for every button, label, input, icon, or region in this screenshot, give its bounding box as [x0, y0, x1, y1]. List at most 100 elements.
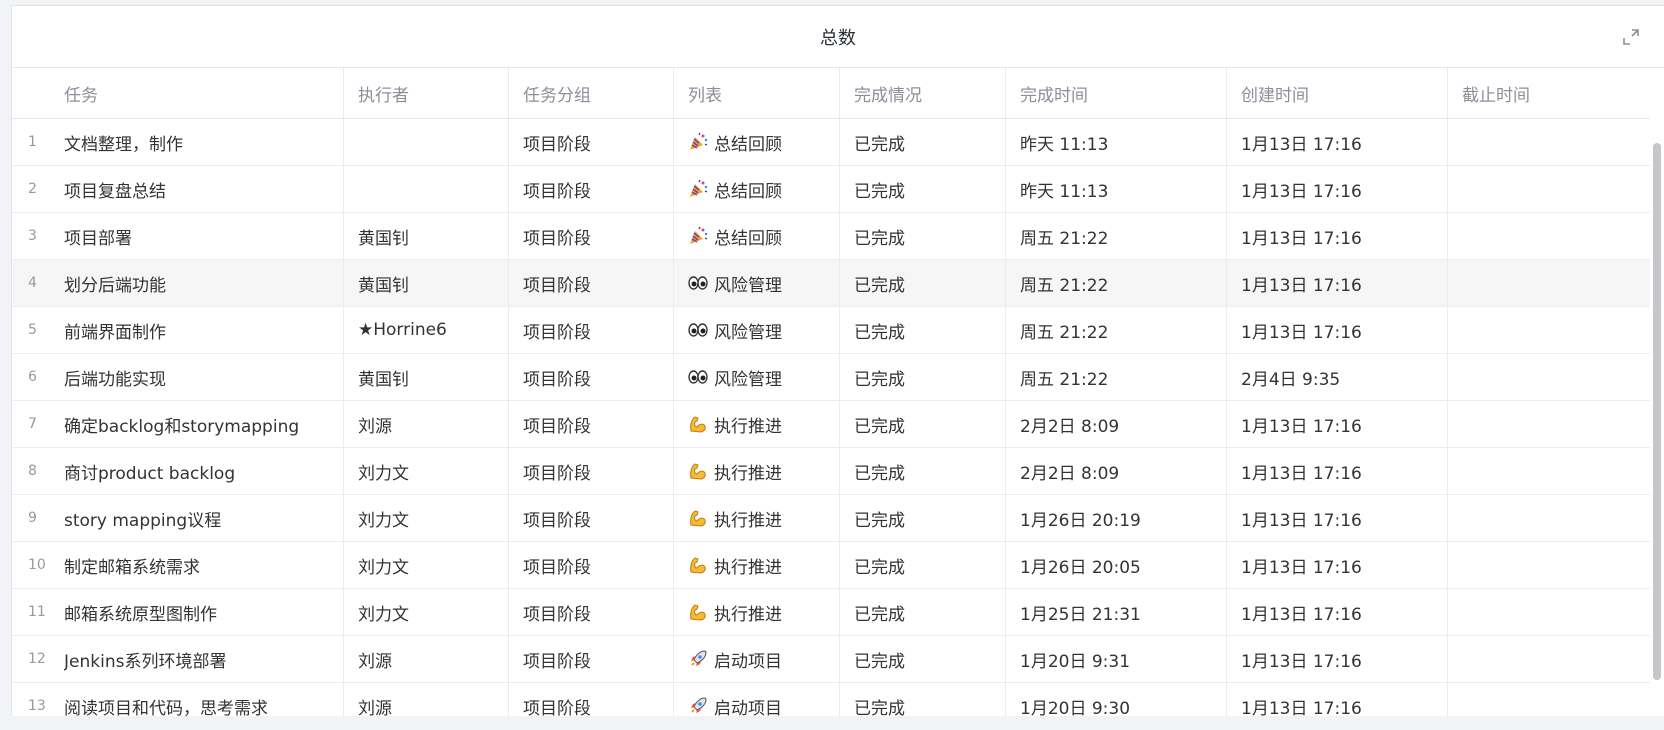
cell-assignee[interactable]: ★Horrine6	[344, 307, 509, 353]
cell-due-time[interactable]	[1448, 260, 1664, 306]
cell-assignee[interactable]: 刘源	[344, 683, 509, 716]
cell-created-time[interactable]: 1月13日 17:16	[1227, 636, 1448, 682]
cell-due-time[interactable]	[1448, 542, 1664, 588]
cell-created-time[interactable]: 1月13日 17:16	[1227, 213, 1448, 259]
cell-group[interactable]: 项目阶段	[509, 448, 674, 494]
header-list[interactable]: 列表	[674, 68, 840, 118]
cell-task[interactable]: 项目复盘总结	[64, 166, 344, 212]
cell-due-time[interactable]	[1448, 119, 1664, 165]
cell-task[interactable]: 划分后端功能	[64, 260, 344, 306]
cell-due-time[interactable]	[1448, 495, 1664, 541]
cell-done-time[interactable]: 昨天 11:13	[1006, 166, 1227, 212]
table-row[interactable]: 12 Jenkins系列环境部署 刘源 项目阶段 启动项目 已完成 1月20日 9:31 1月…	[12, 636, 1664, 683]
cell-list[interactable]: 执行推进	[674, 448, 840, 494]
cell-task[interactable]: 商讨product backlog	[64, 448, 344, 494]
cell-task[interactable]: Jenkins系列环境部署	[64, 636, 344, 682]
cell-assignee[interactable]: 刘源	[344, 636, 509, 682]
cell-done-time[interactable]: 昨天 11:13	[1006, 119, 1227, 165]
header-due-time[interactable]: 截止时间	[1448, 68, 1664, 118]
scrollbar-thumb[interactable]	[1653, 143, 1661, 680]
cell-due-time[interactable]	[1448, 166, 1664, 212]
header-group[interactable]: 任务分组	[509, 68, 674, 118]
cell-list[interactable]: 执行推进	[674, 542, 840, 588]
expand-icon[interactable]	[1620, 26, 1642, 48]
cell-due-time[interactable]	[1448, 401, 1664, 447]
cell-assignee[interactable]: 刘力文	[344, 448, 509, 494]
cell-done-time[interactable]: 1月26日 20:19	[1006, 495, 1227, 541]
cell-status[interactable]: 已完成	[840, 448, 1006, 494]
cell-due-time[interactable]	[1448, 354, 1664, 400]
cell-list[interactable]: 启动项目	[674, 683, 840, 716]
cell-created-time[interactable]: 1月13日 17:16	[1227, 119, 1448, 165]
table-row[interactable]: 9 story mapping议程 刘力文 项目阶段 执行推进 已完成 1月26日 20:1…	[12, 495, 1664, 542]
cell-task[interactable]: 后端功能实现	[64, 354, 344, 400]
cell-list[interactable]: 风险管理	[674, 260, 840, 306]
cell-created-time[interactable]: 1月13日 17:16	[1227, 260, 1448, 306]
cell-done-time[interactable]: 1月20日 9:30	[1006, 683, 1227, 716]
table-row[interactable]: 8 商讨product backlog 刘力文 项目阶段 执行推进 已完成 2月2日 8:0…	[12, 448, 1664, 495]
cell-created-time[interactable]: 1月13日 17:16	[1227, 495, 1448, 541]
cell-group[interactable]: 项目阶段	[509, 166, 674, 212]
cell-status[interactable]: 已完成	[840, 354, 1006, 400]
cell-assignee[interactable]: 刘力文	[344, 542, 509, 588]
cell-due-time[interactable]	[1448, 448, 1664, 494]
cell-status[interactable]: 已完成	[840, 307, 1006, 353]
cell-list[interactable]: 风险管理	[674, 307, 840, 353]
header-task[interactable]: 任务	[64, 68, 344, 118]
cell-assignee[interactable]: 刘源	[344, 401, 509, 447]
cell-status[interactable]: 已完成	[840, 589, 1006, 635]
cell-group[interactable]: 项目阶段	[509, 307, 674, 353]
cell-assignee[interactable]: 黄国钊	[344, 354, 509, 400]
cell-done-time[interactable]: 周五 21:22	[1006, 307, 1227, 353]
cell-group[interactable]: 项目阶段	[509, 683, 674, 716]
cell-status[interactable]: 已完成	[840, 495, 1006, 541]
cell-list[interactable]: 总结回顾	[674, 166, 840, 212]
cell-list[interactable]: 总结回顾	[674, 213, 840, 259]
cell-status[interactable]: 已完成	[840, 260, 1006, 306]
cell-done-time[interactable]: 2月2日 8:09	[1006, 401, 1227, 447]
cell-assignee[interactable]	[344, 119, 509, 165]
cell-task[interactable]: 前端界面制作	[64, 307, 344, 353]
cell-due-time[interactable]	[1448, 213, 1664, 259]
cell-task[interactable]: 文档整理，制作	[64, 119, 344, 165]
cell-due-time[interactable]	[1448, 307, 1664, 353]
cell-task[interactable]: 制定邮箱系统需求	[64, 542, 344, 588]
table-row[interactable]: 5 前端界面制作 ★Horrine6 项目阶段 风险管理 已完成 周五 21:22 1月13日…	[12, 307, 1664, 354]
cell-created-time[interactable]: 1月13日 17:16	[1227, 166, 1448, 212]
header-assignee[interactable]: 执行者	[344, 68, 509, 118]
cell-due-time[interactable]	[1448, 683, 1664, 716]
cell-group[interactable]: 项目阶段	[509, 636, 674, 682]
cell-status[interactable]: 已完成	[840, 636, 1006, 682]
cell-group[interactable]: 项目阶段	[509, 542, 674, 588]
cell-task[interactable]: 阅读项目和代码，思考需求	[64, 683, 344, 716]
cell-list[interactable]: 启动项目	[674, 636, 840, 682]
cell-list[interactable]: 执行推进	[674, 495, 840, 541]
cell-status[interactable]: 已完成	[840, 401, 1006, 447]
cell-assignee[interactable]: 刘力文	[344, 589, 509, 635]
header-status[interactable]: 完成情况	[840, 68, 1006, 118]
table-row[interactable]: 4 划分后端功能 黄国钊 项目阶段 风险管理 已完成 周五 21:22 1月13日 17:16	[12, 260, 1664, 307]
cell-group[interactable]: 项目阶段	[509, 213, 674, 259]
cell-due-time[interactable]	[1448, 589, 1664, 635]
cell-done-time[interactable]: 1月26日 20:05	[1006, 542, 1227, 588]
cell-created-time[interactable]: 1月13日 17:16	[1227, 401, 1448, 447]
cell-status[interactable]: 已完成	[840, 683, 1006, 716]
cell-assignee[interactable]: 刘力文	[344, 495, 509, 541]
cell-done-time[interactable]: 1月20日 9:31	[1006, 636, 1227, 682]
cell-assignee[interactable]: 黄国钊	[344, 213, 509, 259]
cell-group[interactable]: 项目阶段	[509, 260, 674, 306]
cell-created-time[interactable]: 1月13日 17:16	[1227, 542, 1448, 588]
cell-status[interactable]: 已完成	[840, 119, 1006, 165]
cell-assignee[interactable]	[344, 166, 509, 212]
table-row[interactable]: 3 项目部署 黄国钊 项目阶段 总结回顾 已完成 周五 21:22 1月13日 17:16	[12, 213, 1664, 260]
cell-list[interactable]: 执行推进	[674, 589, 840, 635]
cell-task[interactable]: 确定backlog和storymapping	[64, 401, 344, 447]
cell-status[interactable]: 已完成	[840, 542, 1006, 588]
cell-list[interactable]: 风险管理	[674, 354, 840, 400]
cell-group[interactable]: 项目阶段	[509, 354, 674, 400]
cell-done-time[interactable]: 2月2日 8:09	[1006, 448, 1227, 494]
cell-group[interactable]: 项目阶段	[509, 495, 674, 541]
table-row[interactable]: 13 阅读项目和代码，思考需求 刘源 项目阶段 启动项目 已完成 1月20日 9:30 1月1…	[12, 683, 1664, 716]
cell-due-time[interactable]	[1448, 636, 1664, 682]
cell-group[interactable]: 项目阶段	[509, 589, 674, 635]
